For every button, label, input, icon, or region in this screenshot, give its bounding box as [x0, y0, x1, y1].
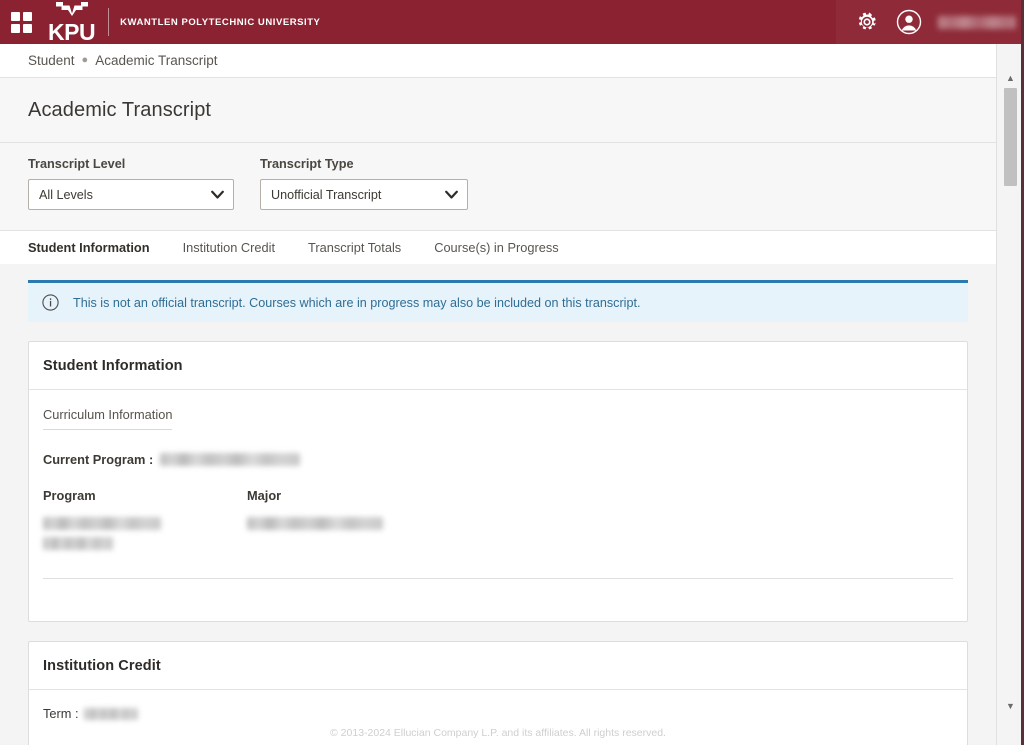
transcript-content: This is not an official transcript. Cour… — [0, 264, 996, 745]
transcript-type-select[interactable]: Unofficial Transcript — [260, 179, 468, 210]
current-program-label: Current Program : — [43, 452, 154, 467]
gear-icon[interactable] — [850, 5, 884, 39]
logo-divider — [108, 8, 110, 36]
chevron-down-icon — [445, 188, 458, 201]
program-value-line1 — [43, 517, 161, 530]
unofficial-transcript-notice: This is not an official transcript. Cour… — [28, 280, 968, 322]
student-information-card-body: Curriculum Information Current Program :… — [29, 390, 967, 621]
transcript-level-select[interactable]: All Levels — [28, 179, 234, 210]
current-program-value — [160, 453, 301, 466]
page-scrollbar[interactable]: ▲ ▼ — [996, 44, 1024, 745]
current-program-row: Current Program : — [43, 452, 953, 467]
user-avatar-icon[interactable] — [892, 5, 926, 39]
term-value — [83, 707, 138, 720]
student-information-card-title: Student Information — [43, 358, 183, 374]
user-name-label — [938, 15, 1016, 29]
breadcrumb-separator-icon: ● — [81, 54, 89, 66]
top-brand-bar: KPU KWANTLEN POLYTECHNIC UNIVERSITY — [0, 0, 1024, 44]
major-column-value — [247, 517, 451, 530]
major-value-line1 — [247, 517, 383, 530]
transcript-level-field: Transcript Level All Levels — [28, 157, 234, 210]
curriculum-information-heading: Curriculum Information — [43, 407, 173, 430]
grid-cell — [22, 11, 32, 21]
institution-credit-card-title: Institution Credit — [43, 658, 161, 674]
program-column: Program — [43, 488, 247, 550]
transcript-type-field: Transcript Type Unofficial Transcript — [260, 157, 468, 210]
transcript-type-label: Transcript Type — [260, 157, 354, 171]
major-column: Major — [247, 488, 451, 550]
application-window: KPU KWANTLEN POLYTECHNIC UNIVERSITY Stud… — [0, 0, 1024, 745]
filters-row: Transcript Level All Levels Transcript T… — [0, 143, 1024, 231]
kpu-crown-icon — [55, 1, 89, 20]
grid-cell — [10, 11, 20, 21]
breadcrumb: Student ● Academic Transcript — [0, 44, 1024, 78]
card-spacer — [43, 579, 953, 603]
kpu-logo-fullname: KWANTLEN POLYTECHNIC UNIVERSITY — [120, 16, 321, 28]
unofficial-transcript-notice-text: This is not an official transcript. Cour… — [73, 295, 641, 310]
transcript-level-label: Transcript Level — [28, 157, 126, 171]
major-column-header: Major — [247, 488, 282, 503]
info-circle-icon — [42, 294, 59, 311]
program-major-table: Program Major — [43, 488, 953, 579]
scroll-up-arrow-icon[interactable]: ▲ — [997, 68, 1024, 88]
page-title: Academic Transcript — [28, 99, 212, 121]
program-value-line2 — [43, 537, 113, 550]
term-row: Term : — [43, 706, 953, 721]
grid-cell — [22, 23, 32, 33]
student-information-card: Student Information Curriculum Informati… — [28, 341, 968, 622]
breadcrumb-item-student[interactable]: Student — [28, 53, 75, 68]
breadcrumb-item-academic-transcript[interactable]: Academic Transcript — [95, 53, 217, 68]
program-column-value — [43, 517, 247, 550]
grid-apps-icon[interactable] — [8, 9, 34, 35]
kpu-logo-abbr: KPU — [48, 18, 96, 45]
page-header: Academic Transcript — [0, 78, 1024, 143]
term-label: Term : — [43, 706, 79, 721]
program-column-header: Program — [43, 488, 96, 503]
scroll-down-arrow-icon[interactable]: ▼ — [997, 696, 1024, 716]
transcript-level-value: All Levels — [39, 187, 93, 202]
institution-credit-card-header: Institution Credit — [29, 642, 967, 690]
student-information-card-header: Student Information — [29, 342, 967, 390]
kpu-logo[interactable]: KPU KWANTLEN POLYTECHNIC UNIVERSITY — [48, 1, 320, 44]
grid-cell — [10, 23, 20, 33]
kpu-logo-mark: KPU — [48, 1, 96, 45]
brand-bar-right — [836, 0, 1024, 44]
scrollbar-thumb[interactable] — [1004, 88, 1017, 186]
transcript-type-value: Unofficial Transcript — [271, 187, 382, 202]
chevron-down-icon — [211, 188, 224, 201]
footer-copyright: © 2013-2024 Ellucian Company L.P. and it… — [330, 727, 666, 739]
